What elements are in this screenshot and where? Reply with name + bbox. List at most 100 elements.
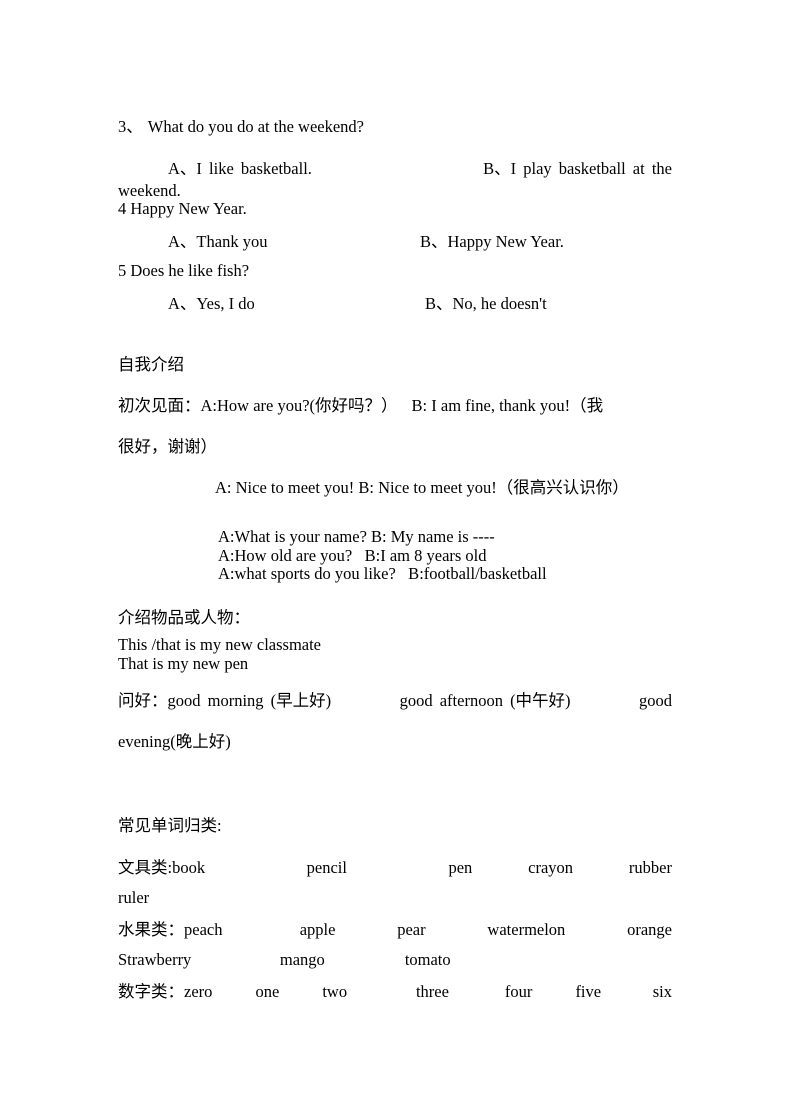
word-groups-heading: 常见单词归类:	[118, 816, 222, 835]
first-meeting-block: 初次见面：A:How are you?(你好吗？） B: I am fine, t…	[118, 385, 680, 467]
question-3-text: What do you do at the weekend?	[147, 117, 365, 136]
question-3-option-b-continuation-block: weekend.	[118, 181, 181, 201]
greetings-label: 问好：	[118, 691, 168, 710]
document-page: 3、 What do you do at the weekend? A、I lik…	[0, 0, 790, 1119]
word-rubber: rubber	[628, 858, 672, 877]
option-gap	[255, 284, 425, 324]
question-5-option-a[interactable]: A、Yes, I do	[118, 284, 255, 324]
self-intro-dialogue-block: A:What is your name? B: My name is ---- …	[218, 527, 547, 584]
greetings-row: 问好： good morning (早上好) good afternoon (中…	[118, 680, 672, 721]
word-gap	[205, 853, 307, 883]
nice-to-meet-line: A: Nice to meet you! B: Nice to meet you…	[215, 478, 629, 497]
word-gap	[325, 945, 405, 975]
word-gap	[451, 945, 672, 975]
question-4-options: A、Thank you B、Happy New Year.	[118, 222, 672, 262]
word-two: two	[322, 982, 348, 1001]
question-3-number: 3、	[118, 117, 143, 136]
word-group-fruit-label: 水果类：	[118, 920, 184, 939]
introduce-things-heading-block: 介绍物品或人物：	[118, 597, 250, 638]
question-5-block: 5 Does he like fish?	[118, 261, 250, 281]
word-gap	[212, 977, 255, 1007]
question-4-option-a[interactable]: A、Thank you	[118, 222, 267, 262]
question-3-option-b-continuation: weekend.	[118, 181, 181, 200]
word-one: one	[255, 982, 280, 1001]
word-crayon: crayon	[528, 858, 574, 877]
word-gap	[347, 853, 449, 883]
word-peach: peach	[184, 920, 223, 939]
dialogue-line-sports: A:what sports do you like? B:football/ba…	[218, 564, 547, 583]
self-intro-heading: 自我介绍	[118, 355, 184, 374]
greeting-gap	[331, 680, 399, 721]
question-5-option-row: A、Yes, I do B、No, he doesn't	[118, 284, 672, 324]
word-gap	[426, 915, 488, 945]
dialogue-line-age: A:How old are you? B:I am 8 years old	[218, 545, 487, 565]
word-gap	[335, 915, 397, 945]
introduce-things-lines-block: This /that is my new classmate That is m…	[118, 635, 322, 673]
nice-to-meet-block: A: Nice to meet you! B: Nice to meet you…	[215, 467, 629, 508]
question-5-options: A、Yes, I do B、No, he doesn't	[118, 284, 672, 324]
word-pen: pen	[448, 858, 473, 877]
word-apple: apple	[299, 920, 336, 939]
word-group-stationery-row: 文具类: book pencil pen crayon rubber	[118, 853, 672, 883]
word-zero: zero	[184, 982, 213, 1001]
introduce-things-line-classmate: This /that is my new classmate	[118, 635, 322, 654]
word-groups-heading-block: 常见单词归类:	[118, 805, 222, 846]
first-meeting-speaker-a: A:How are you?(你好吗？）	[200, 396, 398, 415]
word-group-numbers: 数字类： zero one two three four five six	[118, 977, 672, 1007]
word-five: five	[575, 982, 602, 1001]
introduce-things-heading: 介绍物品或人物：	[118, 608, 250, 627]
question-3-options: A、I like basketball. B、I play basketball…	[118, 148, 672, 189]
greetings-block: 问好： good morning (早上好) good afternoon (中…	[118, 680, 672, 762]
word-group-stationery: 文具类: book pencil pen crayon rubber ruler	[118, 853, 672, 913]
word-gap	[565, 915, 627, 945]
question-3-option-b[interactable]: B、I play basketball at the	[483, 148, 672, 189]
word-strawberry: Strawberry	[118, 950, 192, 969]
word-gap	[532, 977, 575, 1007]
introduce-things-line-pen: That is my new pen	[118, 653, 249, 673]
word-group-fruit-overflow-row: Strawberry mango tomato	[118, 945, 672, 975]
word-four: four	[504, 982, 533, 1001]
word-mango: mango	[279, 950, 325, 969]
first-meeting-speaker-b: B: I am fine, thank you!（我	[411, 396, 604, 415]
word-group-numbers-row: 数字类： zero one two three four five six	[118, 977, 672, 1007]
word-group-numbers-label: 数字类：	[118, 982, 184, 1001]
question-4-block: 4 Happy New Year.	[118, 199, 247, 219]
question-3-option-row: A、I like basketball. B、I play basketball…	[118, 148, 672, 189]
word-gap	[472, 853, 528, 883]
word-group-fruit: 水果类： peach apple pear watermelon orange …	[118, 915, 672, 975]
question-4-option-b[interactable]: B、Happy New Year.	[420, 222, 672, 262]
word-three: three	[415, 982, 449, 1001]
word-gap	[601, 977, 653, 1007]
option-gap	[312, 148, 483, 189]
word-ruler: ruler	[118, 888, 150, 907]
word-gap	[279, 977, 322, 1007]
first-meeting-line: 初次见面：A:How are you?(你好吗？） B: I am fine, t…	[118, 385, 680, 426]
option-gap	[267, 222, 420, 262]
question-4-option-row: A、Thank you B、Happy New Year.	[118, 222, 672, 262]
self-intro-heading-block: 自我介绍	[118, 344, 184, 385]
word-gap	[573, 853, 629, 883]
word-group-stationery-label: 文具类:	[118, 858, 173, 877]
word-tomato: tomato	[404, 950, 451, 969]
greeting-morning: good morning (早上好)	[167, 691, 332, 710]
word-gap	[222, 915, 299, 945]
question-5-text: 5 Does he like fish?	[118, 261, 250, 280]
word-six: six	[652, 982, 673, 1001]
question-3-line: 3、 What do you do at the weekend?	[118, 106, 364, 147]
first-meeting-label: 初次见面：	[118, 396, 201, 415]
word-gap	[347, 977, 416, 1007]
question-4-text: 4 Happy New Year.	[118, 199, 247, 218]
greeting-afternoon: good afternoon (中午好)	[399, 691, 571, 710]
word-group-fruit-row: 水果类： peach apple pear watermelon orange	[118, 915, 672, 945]
greeting-evening-continuation: evening(晚上好)	[118, 732, 231, 751]
first-meeting-continuation: 很好，谢谢）	[118, 437, 217, 456]
word-orange: orange	[627, 920, 672, 939]
greeting-evening-partial: good	[639, 691, 672, 710]
word-gap	[449, 977, 505, 1007]
question-5-option-b[interactable]: B、No, he doesn't	[425, 284, 672, 324]
word-gap	[191, 945, 280, 975]
greeting-gap	[571, 680, 639, 721]
word-pencil: pencil	[306, 858, 347, 877]
question-3-block: 3、 What do you do at the weekend?	[118, 106, 364, 147]
dialogue-line-name: A:What is your name? B: My name is ----	[218, 527, 495, 546]
